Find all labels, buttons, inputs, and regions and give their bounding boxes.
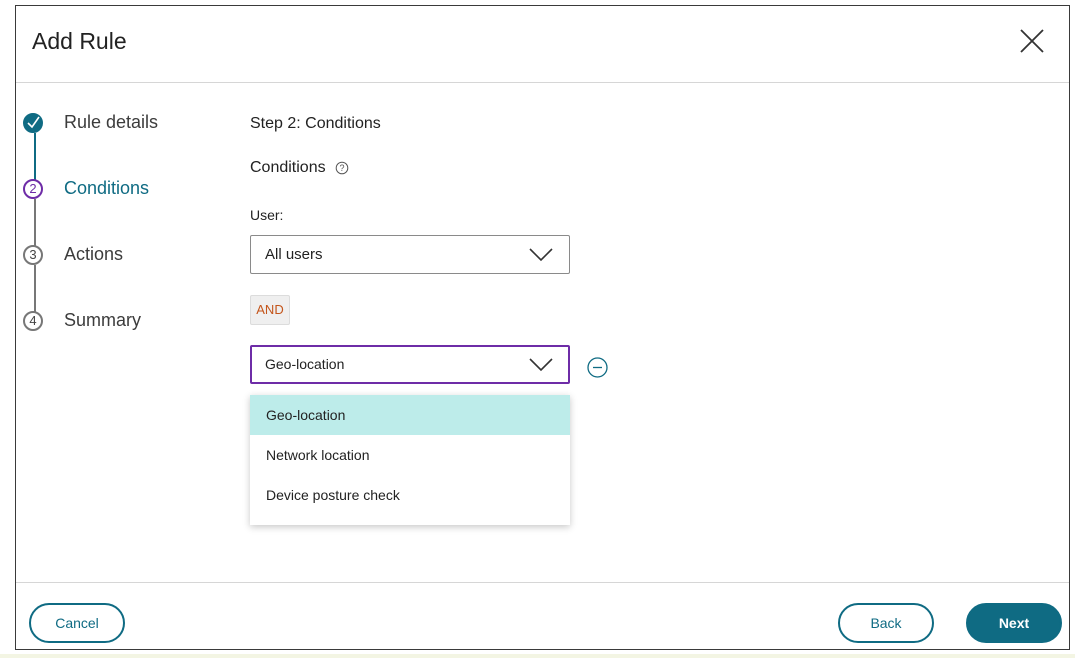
- remove-condition-icon[interactable]: [587, 357, 608, 378]
- step-connector-1: [34, 133, 36, 183]
- user-field-label: User:: [250, 207, 284, 223]
- help-icon[interactable]: ?: [335, 161, 349, 175]
- back-button[interactable]: Back: [838, 603, 934, 643]
- dropdown-option-geo-location[interactable]: Geo-location: [250, 395, 570, 435]
- and-operator-badge: AND: [250, 295, 290, 325]
- dropdown-option-network-location[interactable]: Network location: [250, 435, 570, 475]
- step-connector-3: [34, 265, 36, 315]
- condition-type-dropdown: Geo-location Network location Device pos…: [250, 395, 570, 525]
- svg-text:?: ?: [339, 163, 344, 173]
- footer-divider: [16, 582, 1069, 583]
- condition-type-select[interactable]: Geo-location: [250, 345, 570, 384]
- next-button[interactable]: Next: [966, 603, 1062, 643]
- chevron-down-icon: [529, 358, 553, 372]
- check-icon: [27, 116, 40, 129]
- step-connector-2: [34, 199, 36, 249]
- step-label: Actions: [64, 244, 124, 264]
- condition-select-value: Geo-location: [265, 356, 345, 372]
- conditions-heading: Conditions: [250, 159, 326, 176]
- add-rule-dialog: Add Rule Rule details 2 Conditions 3 Act…: [15, 5, 1070, 650]
- close-icon[interactable]: [1019, 28, 1045, 54]
- dialog-header: Add Rule: [16, 6, 1069, 83]
- step-label: Summary: [64, 310, 142, 330]
- user-select[interactable]: All users: [250, 235, 570, 274]
- dialog-title: Add Rule: [32, 28, 127, 54]
- step-number: 2: [23, 179, 43, 199]
- step-number: 4: [23, 311, 43, 331]
- step-label: Rule details: [64, 112, 159, 132]
- step-number: 3: [23, 245, 43, 265]
- step-complete-marker: [23, 113, 43, 133]
- step-label: Conditions: [64, 178, 150, 198]
- chevron-down-icon: [529, 248, 553, 262]
- bottom-strip: [0, 654, 1075, 658]
- user-select-value: All users: [265, 246, 323, 263]
- dropdown-option-device-posture-check[interactable]: Device posture check: [250, 475, 570, 515]
- step-heading: Step 2: Conditions: [250, 115, 381, 132]
- cancel-button[interactable]: Cancel: [29, 603, 125, 643]
